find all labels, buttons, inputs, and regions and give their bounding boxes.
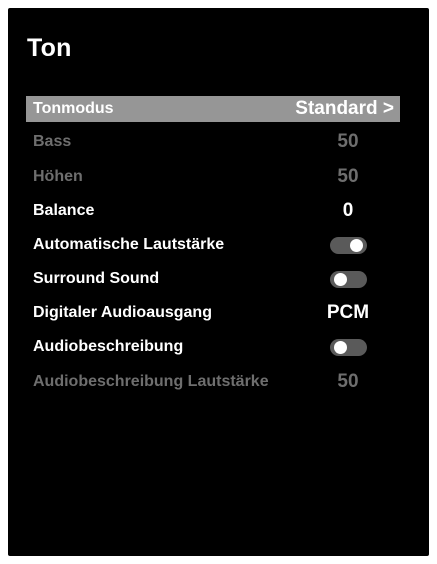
menu-item-value: 50: [337, 131, 359, 152]
menu-item-label: Bass: [33, 133, 72, 150]
toggle-knob: [334, 341, 347, 354]
menu-item-label: Audiobeschreibung Lautstärke: [33, 373, 269, 390]
menu-item-label: Surround Sound: [33, 270, 160, 287]
menu-item-audiobeschreibung-lautstaerke: Audiobeschreibung Lautstärke 50: [26, 369, 400, 395]
toggle-knob: [334, 273, 347, 286]
toggle-switch[interactable]: [330, 237, 367, 254]
menu-item-bass: Bass 50: [26, 129, 400, 155]
menu-item-value: 50: [337, 371, 359, 392]
menu-item-value: Standard >: [295, 98, 394, 119]
menu-item-surround-sound[interactable]: Surround Sound: [26, 266, 400, 292]
menu-item-automatische-lautstaerke[interactable]: Automatische Lautstärke: [26, 232, 400, 258]
page-title: Ton: [27, 34, 72, 62]
toggle-switch[interactable]: [330, 339, 367, 356]
toggle-switch[interactable]: [330, 271, 367, 288]
menu-item-value: 50: [337, 166, 359, 187]
toggle-knob: [350, 239, 363, 252]
menu-item-label: Automatische Lautstärke: [33, 236, 225, 253]
menu-item-value: PCM: [326, 302, 370, 323]
menu-item-label: Höhen: [33, 168, 83, 185]
menu-item-value: 0: [342, 200, 354, 221]
menu-item-digitaler-audioausgang[interactable]: Digitaler Audioausgang PCM: [26, 300, 400, 326]
menu-item-label: Digitaler Audioausgang: [33, 304, 212, 321]
menu-item-hoehen: Höhen 50: [26, 164, 400, 190]
menu-item-audiobeschreibung[interactable]: Audiobeschreibung: [26, 334, 400, 360]
menu-item-label: Balance: [33, 202, 95, 219]
menu-item-tonmodus[interactable]: Tonmodus Standard >: [26, 96, 400, 122]
menu-item-balance[interactable]: Balance 0: [26, 198, 400, 224]
menu-item-label: Tonmodus: [33, 100, 114, 117]
tv-screen: Ton Tonmodus Standard > Bass 50 Höhen 50…: [8, 8, 429, 556]
menu-item-label: Audiobeschreibung: [33, 338, 184, 355]
